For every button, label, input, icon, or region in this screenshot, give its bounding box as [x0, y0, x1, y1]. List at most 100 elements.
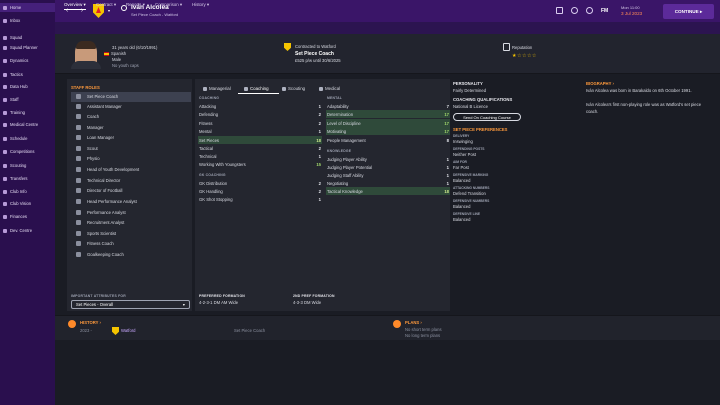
role-scout[interactable]: Scout [71, 144, 191, 154]
tab-scouting[interactable]: Scouting [282, 86, 305, 91]
sidebar-item-training[interactable]: Training [0, 108, 55, 117]
sidebar-item-tactics[interactable]: Tactics [0, 70, 55, 79]
trophy-icon [3, 149, 7, 154]
pref-defensive-line-value: Balanced [453, 217, 471, 222]
preferred-formation-label: PREFERRED FORMATION [199, 294, 245, 298]
sidebar-item-schedule[interactable]: Schedule [0, 134, 55, 143]
mental-title: MENTAL [327, 96, 343, 100]
training-icon [3, 110, 7, 115]
important-attributes-label: IMPORTANT ATTRIBUTES FOR [71, 294, 126, 298]
fm-menu-button[interactable]: FM [601, 8, 608, 14]
role-icon [76, 252, 81, 258]
inbox-icon [3, 18, 7, 23]
role-icon [76, 135, 81, 141]
sidebar-item-competitions[interactable]: Competitions [0, 147, 55, 156]
pref-defending-posts-value: Neither Post [453, 152, 477, 157]
page-subtitle: Set Piece Coach - Watford [131, 12, 179, 17]
history-year: 2023 - [80, 328, 92, 333]
attr-motivating: Motivating 17 [326, 127, 450, 136]
history-icon [68, 320, 76, 328]
sidebar: Home Inbox Squad Squad Planner Dynamics … [0, 0, 55, 405]
calendar-icon [3, 136, 7, 141]
biography-paragraph: Iván Alcolea was born in Barakaldo on 6t… [586, 88, 692, 93]
coaching-title: COACHING [199, 96, 220, 100]
sidebar-item-dev-centre[interactable]: Dev. Centre [0, 226, 55, 235]
role-technical-director[interactable]: Technical Director [71, 176, 191, 186]
sidebar-item-dynamics[interactable]: Dynamics [0, 56, 55, 65]
send-on-coaching-course-button[interactable]: Send On Coaching Course [453, 113, 521, 121]
pref-defensive-marking-value: Balanced [453, 178, 471, 183]
tab-coaching[interactable]: Coaching [244, 86, 269, 91]
role-coach[interactable]: Coach [71, 112, 191, 122]
continue-button[interactable]: CONTINUE ▸ [663, 4, 714, 19]
transfer-icon [3, 176, 7, 181]
tab-medical[interactable]: Medical [319, 86, 340, 91]
coaching-icon [244, 86, 248, 91]
role-fitness-coach[interactable]: Fitness Coach [71, 239, 191, 249]
role-sports-scientist[interactable]: Sports Scientist [71, 229, 191, 239]
plans-title[interactable]: PLANS › [405, 320, 422, 325]
sidebar-item-club-info[interactable]: Club Info [0, 187, 55, 196]
sidebar-item-scouting[interactable]: Scouting [0, 161, 55, 170]
tab-contract[interactable]: Contract ▾ [96, 2, 116, 8]
spain-flag-icon [104, 52, 109, 56]
staff-icon [3, 97, 7, 102]
sidebar-item-transfers[interactable]: Transfers [0, 174, 55, 183]
set-piece-preferences-title: SET PIECE PREFERENCES [453, 127, 508, 132]
pref-defensive-numbers-label: DEFENSIVE NUMBERS [453, 199, 490, 203]
edit-icon[interactable] [556, 7, 563, 14]
role-loan-manager[interactable]: Loan Manager [71, 133, 191, 143]
club-info-icon [3, 189, 7, 194]
gk-coaching-title: GK COACHING [199, 173, 226, 177]
sidebar-item-squad[interactable]: Squad [0, 33, 55, 42]
managerial-icon [203, 86, 207, 91]
sidebar-item-medical-centre[interactable]: Medical Centre [0, 120, 55, 129]
tab-reports[interactable]: Reports ▾ [126, 2, 145, 8]
personality-title: PERSONALITY [453, 81, 483, 86]
nationality-text[interactable]: Spanish [104, 51, 126, 56]
role-performance-analyst[interactable]: Performance Analyst [71, 208, 191, 218]
sidebar-item-staff[interactable]: Staff [0, 95, 55, 104]
history-club-link[interactable]: Watford [121, 328, 136, 333]
pref-aim-for-label: AIM FOR [453, 160, 467, 164]
sidebar-item-club-vision[interactable]: Club Vision [0, 199, 55, 208]
sidebar-item-finances[interactable]: Finances [0, 212, 55, 221]
chevron-down-icon: ▾ [182, 302, 185, 307]
people-icon[interactable] [571, 7, 578, 14]
role-icon [76, 210, 81, 216]
role-recruitment-analyst[interactable]: Recruitment Analyst [71, 218, 191, 228]
contract-role[interactable]: Set Piece Coach [295, 51, 334, 57]
youth-caps-text: No youth caps [112, 63, 139, 68]
pref-defending-posts-label: DEFENDING POSTS [453, 147, 485, 151]
role-goalkeeping-coach[interactable]: Goalkeeping Coach [71, 250, 191, 260]
sidebar-item-data-hub[interactable]: Data Hub [0, 82, 55, 91]
role-physio[interactable]: Physio [71, 154, 191, 164]
role-head-performance-analyst[interactable]: Head Performance Analyst [71, 197, 191, 207]
age-text: 31 years old (6/10/1991) [112, 45, 158, 50]
medical-icon [319, 86, 323, 91]
binoculars-icon [3, 163, 7, 168]
role-icon [76, 231, 81, 237]
role-manager[interactable]: Manager [71, 123, 191, 133]
tab-overview[interactable]: Overview ▾ [64, 2, 86, 10]
role-director-of-football[interactable]: Director of Football [71, 186, 191, 196]
sidebar-item-inbox[interactable]: Inbox [0, 16, 55, 25]
tab-history[interactable]: History ▾ [192, 2, 209, 8]
help-icon[interactable] [586, 7, 593, 14]
sidebar-item-home[interactable]: Home [0, 3, 55, 12]
history-title[interactable]: HISTORY › [80, 320, 101, 325]
tab-comparison[interactable]: Comparison ▾ [155, 2, 182, 8]
role-set-piece-coach[interactable]: Set Piece Coach [71, 92, 191, 102]
game-date[interactable]: 3 Jul 2023 [621, 11, 642, 16]
biography-title[interactable]: BIOGRAPHY › [586, 81, 614, 86]
important-attributes-select[interactable]: Set Pieces - Overall ▾ [71, 300, 190, 309]
avatar [71, 41, 101, 69]
sidebar-item-squad-planner[interactable]: Squad Planner [0, 43, 55, 52]
role-icon [76, 178, 81, 184]
role-head-of-youth-development[interactable]: Head of Youth Development [71, 165, 191, 175]
role-icon [76, 220, 81, 226]
tactics-icon [3, 72, 7, 77]
role-icon [76, 167, 81, 173]
role-assistant-manager[interactable]: Assistant Manager [71, 102, 191, 112]
tab-managerial[interactable]: Managerial [203, 86, 231, 91]
